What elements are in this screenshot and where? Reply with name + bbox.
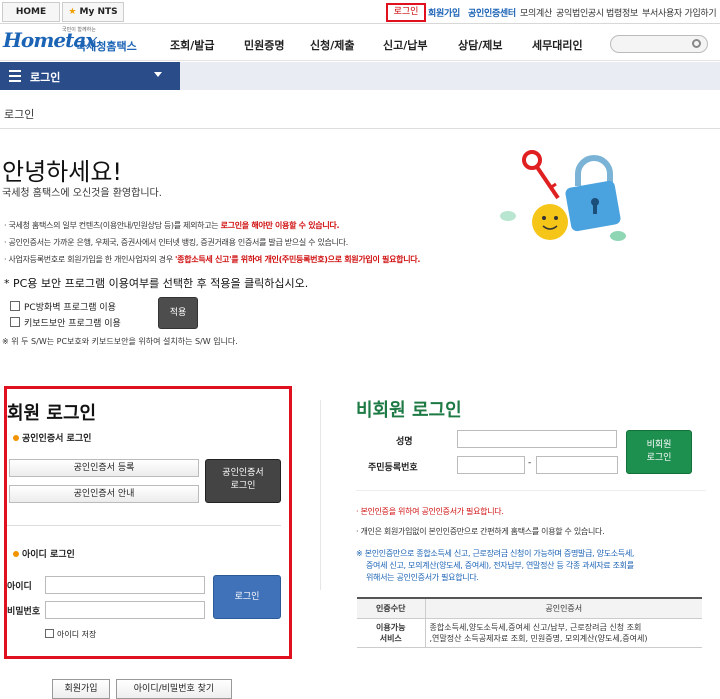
id-login-button[interactable]: 로그인 — [213, 575, 281, 619]
divider — [0, 128, 720, 129]
service-table: 인증수단 공인인증서 이용가능 서비스 종합소득세,양도소득세,증여세 신고/납부… — [357, 597, 702, 648]
apply-button[interactable]: 적용 — [158, 297, 198, 329]
chevron-down-icon[interactable] — [154, 72, 162, 77]
guest-note-2: · 개인은 회원가입없이 본인인증만으로 간편하게 홈택스를 이용할 수 있습니… — [356, 527, 605, 536]
tab-home[interactable]: HOME — [2, 2, 60, 22]
guest-login-title: 비회원 로그인 — [356, 400, 462, 421]
notice-line-1: · 국세청 홈택스의 일부 컨텐츠(이용안내/민원상담 등)를 제외하고는 로그… — [4, 221, 340, 230]
guest-note-1: · 본인인증을 위하여 공인인증서가 필요합니다. — [356, 507, 504, 516]
menu-counsel[interactable]: 상담/제보 — [458, 37, 503, 53]
table-header-row: 인증수단 공인인증서 — [357, 597, 702, 619]
password-input[interactable] — [45, 601, 205, 619]
top-utility-bar: HOME ★ My NTS 로그인 회원가입 공인인증센터 모의계산 공익법인공… — [0, 0, 720, 24]
search-icon[interactable] — [692, 39, 701, 48]
cert-register-button[interactable]: 공인인증서 등록 — [9, 459, 199, 477]
search-input[interactable] — [610, 35, 708, 53]
tab-my-nts-label: My NTS — [79, 7, 118, 17]
lock-key-illustration — [500, 150, 626, 241]
tab-my-nts[interactable]: ★ My NTS — [62, 2, 124, 22]
util-public-corp-link[interactable]: 공익법인공시 — [556, 6, 604, 19]
rrn-label: 주민등록번호 — [368, 463, 418, 473]
menu-certificates[interactable]: 민원증명 — [244, 37, 284, 53]
location-bar: 로그인 — [0, 62, 720, 90]
rrn-front-input[interactable] — [457, 456, 525, 474]
guest-note-3b: 증여세 신고, 모의계산(양도세, 증여세), 전자납부, 연말정산 등 각종 … — [366, 561, 634, 570]
menu-tax-agent[interactable]: 세무대리인 — [532, 37, 583, 53]
member-login-panel: 회원 로그인 공인인증서 로그인 공인인증서 등록 공인인증서 안내 공인인증서… — [4, 386, 292, 659]
table-header-cell: 공인인증서 — [425, 597, 702, 619]
star-icon: ★ — [68, 7, 77, 17]
rrn-dash: - — [528, 458, 532, 468]
menu-application[interactable]: 신청/제출 — [310, 37, 355, 53]
find-id-password-button[interactable]: 아이디/비밀번호 찾기 — [116, 679, 232, 699]
table-header-cell: 인증수단 — [357, 597, 426, 619]
bullet-icon — [13, 551, 19, 557]
welcome-text: 국세청 홈택스에 오신것을 환영합니다. — [2, 188, 162, 199]
util-cert-center-link[interactable]: 공인인증센터 — [468, 6, 516, 19]
sw-note: ※ 위 두 S/W는 PC보호와 키보드보안을 위하여 설치하는 S/W 입니다… — [2, 337, 238, 346]
bullet-icon — [13, 435, 19, 441]
guest-login-button[interactable]: 비회원 로그인 — [626, 430, 692, 474]
divider — [320, 400, 321, 590]
notice-line-3: · 사업자등록번호로 회원가입을 한 개인사업자의 경우 '종합소득세 신고'를… — [4, 255, 421, 264]
menu-icon[interactable] — [9, 70, 21, 82]
name-label: 성명 — [396, 437, 413, 447]
cert-guide-button[interactable]: 공인인증서 안내 — [9, 485, 199, 503]
security-question: * PC용 보안 프로그램 이용여부를 선택한 후 적용을 클릭하십시오. — [4, 277, 309, 290]
save-id-checkbox[interactable]: 아이디 저장 — [45, 629, 96, 640]
firewall-checkbox[interactable]: PC방화벽 프로그램 이용 — [10, 300, 116, 313]
cert-login-button[interactable]: 공인인증서 로그인 — [205, 459, 281, 503]
id-input[interactable] — [45, 576, 205, 594]
location-bar-right — [180, 62, 720, 90]
util-simulation-link[interactable]: 모의계산 — [520, 6, 552, 19]
global-nav: 국민이 함께하는 Hometax 국세청홈택스 조회/발급 민원증명 신청/제출… — [0, 25, 720, 61]
guest-note-3a: ※ 본인인증만으로 종합소득세 신고, 근로장려금 신청이 가능하며 증명발급,… — [356, 549, 635, 558]
table-cell: 종합소득세,양도소득세,증여세 신고/납부, 근로장려금 신청 조회 ,연말정산 … — [425, 618, 702, 648]
location-label: 로그인 — [30, 71, 61, 84]
cert-login-heading: 공인인증서 로그인 — [13, 431, 91, 444]
table-cell: 이용가능 서비스 — [357, 618, 426, 648]
member-login-title: 회원 로그인 — [7, 403, 97, 424]
id-label: 아이디 — [7, 582, 32, 592]
greeting-heading: 안녕하세요! — [2, 158, 123, 186]
util-law-link[interactable]: 법령정보 — [606, 6, 638, 19]
keyboard-security-checkbox[interactable]: 키보드보안 프로그램 이용 — [10, 316, 121, 329]
divider — [7, 525, 281, 526]
menu-filing[interactable]: 신고/납부 — [383, 37, 428, 53]
signup-button[interactable]: 회원가입 — [52, 679, 110, 699]
notice-line-2: · 공인인증서는 가까운 은행, 우체국, 증권사에서 인터넷 뱅킹, 증권거래… — [4, 238, 348, 247]
nts-logo-text[interactable]: 국세청홈택스 — [76, 38, 137, 54]
menu-inquiry[interactable]: 조회/발급 — [170, 37, 215, 53]
password-label: 비밀번호 — [7, 607, 41, 617]
util-signup-link[interactable]: 회원가입 — [428, 6, 460, 19]
id-login-heading: 아이디 로그인 — [13, 547, 75, 560]
divider — [356, 490, 706, 491]
guest-note-3c: 위해서는 공인인증서가 필요합니다. — [366, 573, 479, 582]
name-input[interactable] — [457, 430, 617, 448]
util-login-link[interactable]: 로그인 — [386, 3, 426, 22]
page-title: 로그인 — [4, 108, 35, 121]
util-dept-user-link[interactable]: 부서사용자 가입하기 — [642, 6, 717, 19]
rrn-back-input[interactable] — [536, 456, 618, 474]
table-row: 이용가능 서비스 종합소득세,양도소득세,증여세 신고/납부, 근로장려금 신청 … — [357, 618, 702, 648]
